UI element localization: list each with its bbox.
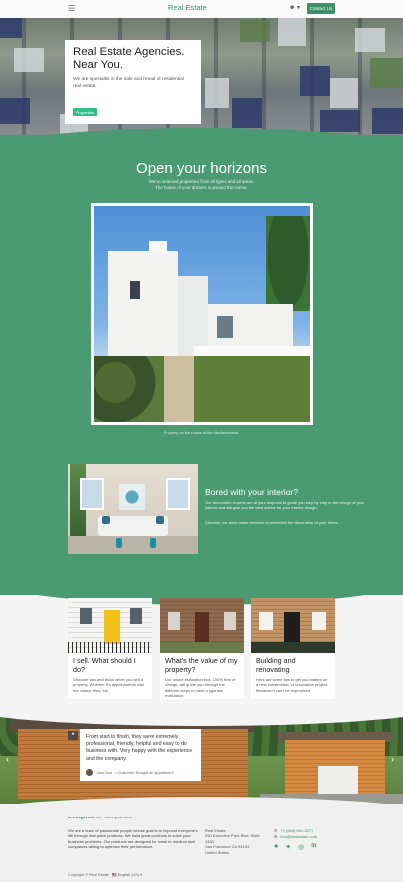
house-image <box>94 206 310 422</box>
card-title: Building and renovating <box>256 656 296 674</box>
card-text: Our online estimation tool, 100% free of… <box>165 677 236 698</box>
card-value[interactable]: What's the value of my property? Our onl… <box>160 598 244 699</box>
vase <box>150 538 156 548</box>
subtitle-line: The house of your dreams is around the c… <box>155 185 248 190</box>
card-image <box>68 598 152 653</box>
roof <box>372 108 403 134</box>
building <box>178 276 208 356</box>
footer-about: We are a team of passionate people whose… <box>68 828 198 850</box>
hamburger-icon[interactable]: ☰ <box>68 4 78 14</box>
quote-icon: ❝ <box>68 731 78 740</box>
contact-button[interactable]: Contact Us <box>307 3 335 14</box>
cushion <box>156 516 164 524</box>
email-link[interactable]: ✉ info@realestate.com <box>274 834 317 840</box>
copyright-text: Copyright © Real Estate <box>68 873 109 877</box>
linkedin-icon[interactable]: in <box>311 843 316 851</box>
avatar <box>86 769 93 776</box>
card-title: I sell. What should I do? <box>73 656 136 674</box>
envelope-icon: ✉ <box>274 834 278 840</box>
card-image <box>160 598 244 653</box>
author-name: John Doe <box>96 770 113 775</box>
tree <box>266 216 310 311</box>
testimonial-text: From start to finish, they were extremel… <box>86 734 193 762</box>
roof <box>232 98 262 128</box>
path <box>164 356 194 422</box>
roof <box>14 48 44 72</box>
interior-title: Bored with your interior? <box>205 487 299 497</box>
section-subtitle: We've selected properties from all types… <box>0 179 403 191</box>
section-curve <box>0 797 403 817</box>
footer-address: Real Estate 250 Executive Park Blvd, Sui… <box>205 828 265 855</box>
wall <box>194 346 310 356</box>
hero-title: Real Estate Agencies. Near You. <box>73 46 185 71</box>
cushion <box>102 516 110 524</box>
testimonial-carousel: ‹ › <box>0 716 403 804</box>
address-line: United States <box>205 849 230 855</box>
card-title: What's the value of my property? <box>165 656 238 674</box>
lawn <box>194 356 310 422</box>
hero-card: Real Estate Agencies. Near You. We are s… <box>65 40 201 124</box>
roof <box>0 18 22 38</box>
roof <box>355 28 385 52</box>
shrubs <box>94 356 164 422</box>
language-dropdown[interactable]: 🇺🇸 English (US) ▾ <box>112 873 142 877</box>
roof <box>300 66 330 96</box>
footer <box>0 806 403 882</box>
window <box>166 478 190 510</box>
instagram-icon[interactable]: ◎ <box>298 843 304 851</box>
window <box>80 478 104 510</box>
github-icon[interactable]: ● <box>274 843 278 851</box>
garage-door <box>318 766 358 795</box>
building <box>149 241 167 253</box>
language-selector[interactable]: ☻ ▾ <box>289 4 300 11</box>
address-line: 250 Executive Park Blvd, Suite 3400 <box>205 833 260 844</box>
building <box>108 251 178 356</box>
carousel-next-icon[interactable]: › <box>391 754 394 764</box>
floor <box>68 536 198 554</box>
social-links: ● ✦ ◎ in <box>274 843 317 851</box>
email-address[interactable]: info@realestate.com <box>280 834 317 839</box>
twitter-icon[interactable]: ✦ <box>285 843 291 851</box>
hero-banner <box>0 18 403 140</box>
window <box>217 316 233 338</box>
testimonial-author: John Doe • Customer, Bought an appartmen… <box>86 769 174 776</box>
photo-caption: Property on the coasts of the Mediterran… <box>163 431 240 435</box>
roof <box>330 78 358 108</box>
wall-art <box>119 484 145 510</box>
roof <box>370 58 403 88</box>
roof <box>205 78 229 108</box>
page: ☰ Real Estate ☻ ▾ Contact Us Real Estate… <box>0 0 403 882</box>
testimonial-card: From start to finish, they were extremel… <box>80 729 201 781</box>
properties-button[interactable]: Properties <box>73 108 97 116</box>
card-building[interactable]: Building and renovating Here are some ti… <box>251 598 335 699</box>
phone-number[interactable]: +1 (650) 691-3277 <box>280 828 313 833</box>
brand-logo[interactable]: Real Estate <box>168 3 207 12</box>
roof <box>278 18 306 46</box>
roof <box>240 20 270 42</box>
interior-text: Our decoration experts are at your dispo… <box>205 500 365 511</box>
footer-contact: ✆ +1 (650) 691-3277 ✉ info@realestate.com <box>274 828 317 840</box>
hero-text: We are specialist in the sale and rental… <box>73 77 184 89</box>
roof <box>320 110 360 132</box>
window <box>130 281 140 299</box>
featured-property-photo <box>91 203 313 425</box>
phone-icon: ✆ <box>274 828 278 833</box>
carousel-prev-icon[interactable]: ‹ <box>6 754 9 764</box>
section-title: Open your horizons <box>136 160 267 177</box>
top-navbar: ☰ Real Estate ☻ ▾ Contact Us <box>0 0 403 18</box>
roof <box>0 98 30 124</box>
interior-image <box>68 464 198 554</box>
card-image <box>251 598 335 653</box>
interior-text: Discover our tailor-made services to emb… <box>205 520 339 525</box>
card-text: Here are some tips to get you started on… <box>256 677 329 693</box>
vase <box>116 538 122 548</box>
card-text: Discover tips and tricks when you sell a… <box>73 677 144 693</box>
footer-copyright: Copyright © Real Estate 🇺🇸 English (US) … <box>68 872 142 877</box>
author-role: • Customer, Bought an appartment <box>115 770 174 775</box>
card-sell[interactable]: I sell. What should I do? Discover tips … <box>68 598 152 699</box>
